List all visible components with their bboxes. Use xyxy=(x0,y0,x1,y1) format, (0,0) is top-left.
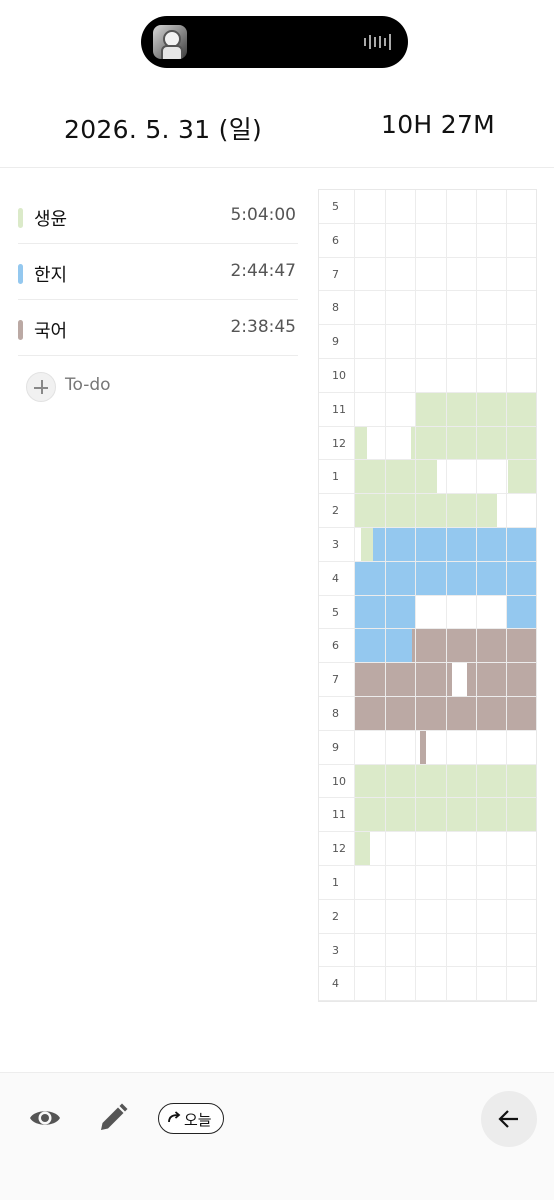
grid-column-line xyxy=(385,190,387,1001)
hour-label: 6 xyxy=(319,223,355,257)
hour-row[interactable]: 6 xyxy=(319,223,536,258)
hour-row[interactable]: 5 xyxy=(319,190,536,224)
hour-label: 11 xyxy=(319,798,355,832)
grid-column-line xyxy=(475,190,477,1001)
study-block xyxy=(361,528,374,561)
study-block xyxy=(466,663,537,696)
subject-color-bar xyxy=(18,208,23,228)
subject-list: 생윤 5:04:00 한지 2:44:47 국어 2:38:45 To-do xyxy=(18,188,298,416)
subject-name: 한지 xyxy=(34,265,68,286)
todo-label: To-do xyxy=(65,375,111,395)
study-block xyxy=(355,460,437,494)
study-block xyxy=(410,426,537,460)
study-block xyxy=(412,629,537,663)
hour-row[interactable]: 3 xyxy=(319,933,536,968)
hour-label: 7 xyxy=(319,663,355,696)
hour-row[interactable]: 1 xyxy=(319,866,536,900)
redo-arrow-icon xyxy=(168,1111,181,1123)
study-block xyxy=(355,426,368,460)
plus-icon xyxy=(26,372,56,402)
hour-label: 12 xyxy=(319,832,355,865)
grid-column-line xyxy=(506,190,507,1001)
add-todo-button[interactable]: To-do xyxy=(18,356,298,416)
hour-row[interactable]: 2 xyxy=(319,899,536,934)
hour-row[interactable]: 5 xyxy=(319,595,536,630)
hour-label: 1 xyxy=(319,866,355,899)
hour-label: 9 xyxy=(319,730,355,764)
hour-label: 8 xyxy=(319,697,355,730)
study-block xyxy=(506,595,537,629)
hour-label: 12 xyxy=(319,426,355,460)
hour-label: 9 xyxy=(319,325,355,358)
subject-name: 생윤 xyxy=(34,209,68,230)
pencil-icon[interactable] xyxy=(96,1101,130,1135)
subject-time: 2:38:45 xyxy=(230,317,296,337)
hour-label: 6 xyxy=(319,629,355,663)
arrow-left-icon xyxy=(498,1110,518,1128)
hour-row[interactable]: 7 xyxy=(319,257,536,292)
hour-label: 2 xyxy=(319,899,355,933)
hour-row[interactable]: 9 xyxy=(319,325,536,359)
subject-name: 국어 xyxy=(34,321,68,342)
hour-label: 1 xyxy=(319,460,355,494)
subject-time: 2:44:47 xyxy=(230,261,296,281)
total-study-time: 10H 27M xyxy=(381,110,496,139)
back-button[interactable] xyxy=(481,1091,537,1147)
hour-label: 10 xyxy=(319,764,355,798)
subject-item[interactable]: 국어 2:38:45 xyxy=(18,300,298,356)
study-block xyxy=(355,832,371,865)
date-label[interactable]: 2026. 5. 31 (일) xyxy=(64,110,262,146)
hour-label: 4 xyxy=(319,967,355,1001)
today-button[interactable]: 오늘 xyxy=(158,1103,224,1134)
eye-icon[interactable] xyxy=(28,1101,62,1135)
grid-column-line xyxy=(415,190,417,1001)
dynamic-island[interactable] xyxy=(141,16,408,68)
subject-item[interactable]: 생윤 5:04:00 xyxy=(18,188,298,244)
study-block xyxy=(373,528,537,561)
hour-label: 3 xyxy=(319,933,355,967)
study-block xyxy=(355,629,413,663)
hour-label: 10 xyxy=(319,359,355,392)
subject-item[interactable]: 한지 2:44:47 xyxy=(18,244,298,300)
study-block xyxy=(507,460,537,494)
hour-row[interactable]: 10 xyxy=(319,359,536,393)
hour-label: 7 xyxy=(319,257,355,291)
hour-label: 3 xyxy=(319,528,355,561)
day-header: 2026. 5. 31 (일) 10H 27M xyxy=(0,100,554,168)
subject-color-bar xyxy=(18,320,23,340)
subject-color-bar xyxy=(18,264,23,284)
grid-column-line xyxy=(445,190,447,1001)
today-label: 오늘 xyxy=(184,1111,212,1129)
hour-label: 2 xyxy=(319,494,355,527)
hour-row[interactable]: 12 xyxy=(319,832,536,866)
hour-label: 5 xyxy=(319,190,355,223)
hour-row[interactable]: 8 xyxy=(319,291,536,326)
timetable-grid[interactable]: 5 6 7 8 9 10 11 12 1 2 3 4 5 6 7 8 9 10 11 12 1 2 3 4 xyxy=(318,189,537,1002)
hour-label: 8 xyxy=(319,291,355,325)
hour-label: 5 xyxy=(319,595,355,629)
hour-label: 4 xyxy=(319,561,355,595)
study-block xyxy=(355,663,452,696)
hour-label: 11 xyxy=(319,392,355,426)
audio-waveform-icon xyxy=(364,34,391,50)
subject-time: 5:04:00 xyxy=(230,205,296,225)
hour-row[interactable]: 9 xyxy=(319,730,536,765)
now-playing-thumbnail xyxy=(153,25,187,59)
hour-row[interactable]: 4 xyxy=(319,967,536,1002)
study-block xyxy=(419,730,426,764)
bottom-toolbar: 오늘 xyxy=(0,1072,554,1200)
